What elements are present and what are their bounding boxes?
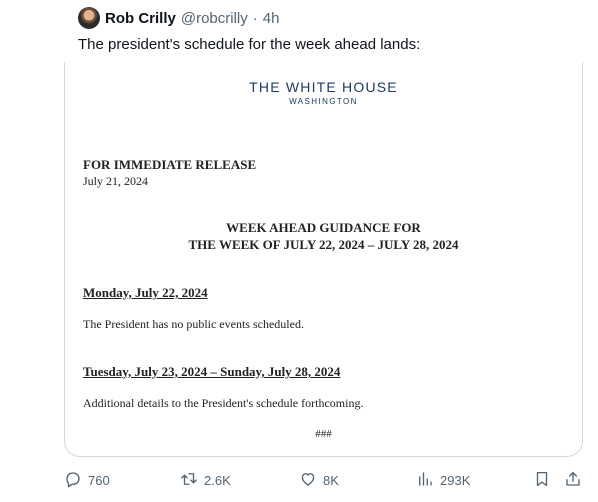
views-button[interactable]: 293K — [416, 468, 470, 492]
views-icon — [416, 470, 434, 491]
guidance-week: THE WEEK OF JULY 22, 2024 – JULY 28, 202… — [188, 237, 459, 252]
reply-icon — [64, 470, 82, 491]
like-button[interactable]: 8K — [299, 468, 339, 492]
share-button[interactable] — [564, 468, 582, 492]
author-name[interactable]: Rob Crilly — [105, 10, 176, 27]
day2-text: Additional details to the President's sc… — [83, 396, 364, 410]
day1-text: The President has no public events sched… — [83, 317, 304, 331]
repost-count: 2.6K — [204, 472, 231, 488]
reply-count: 760 — [88, 472, 110, 488]
views-count: 293K — [440, 472, 471, 488]
heart-icon — [299, 470, 317, 491]
letterhead-title: THE WHITE HOUSE — [249, 79, 398, 95]
tweet: Rob Crilly @robcrilly · 4h The president… — [0, 0, 598, 502]
reply-button[interactable]: 760 — [64, 468, 110, 492]
letterhead-subtitle: WASHINGTON — [289, 97, 358, 106]
action-bar: 760 2.6K 8K 293K — [64, 468, 589, 492]
end-mark: ### — [315, 428, 332, 440]
day2-title: Tuesday, July 23, 2024 – Sunday, July 28… — [83, 364, 341, 379]
repost-icon — [180, 470, 198, 491]
separator-dot: · — [252, 9, 258, 27]
author-handle[interactable]: @robcrilly — [181, 10, 248, 27]
bookmark-icon — [533, 470, 551, 491]
tweet-header: Rob Crilly @robcrilly · 4h — [78, 6, 279, 30]
day1-title: Monday, July 22, 2024 — [83, 285, 208, 300]
attached-document-image[interactable]: THE WHITE HOUSE WASHINGTON FOR IMMEDIATE… — [64, 62, 583, 457]
guidance-heading: WEEK AHEAD GUIDANCE FOR — [226, 220, 421, 235]
bookmark-button[interactable] — [533, 468, 551, 492]
like-count: 8K — [323, 472, 339, 488]
release-date: July 21, 2024 — [83, 174, 149, 188]
share-icon — [564, 470, 582, 491]
release-label: FOR IMMEDIATE RELEASE — [83, 157, 257, 172]
repost-button[interactable]: 2.6K — [180, 468, 231, 492]
timestamp[interactable]: 4h — [263, 10, 280, 27]
avatar[interactable] — [78, 7, 100, 29]
tweet-text: The president's schedule for the week ah… — [78, 36, 421, 53]
